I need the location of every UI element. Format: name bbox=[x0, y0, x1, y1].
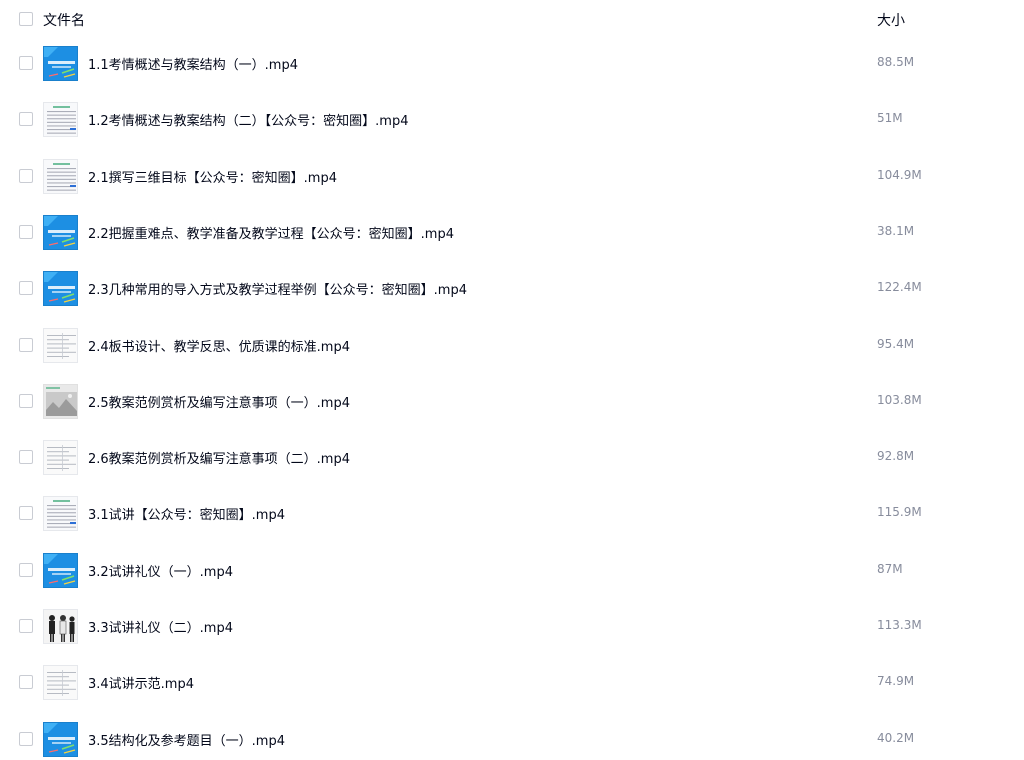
file-name[interactable]: 3.1试讲【公众号：密知圈】.mp4 bbox=[88, 504, 285, 523]
video-thumbnail-icon[interactable] bbox=[43, 328, 78, 363]
file-row[interactable]: 2.1撰写三维目标【公众号：密知圈】.mp4 104.9M bbox=[0, 148, 1024, 204]
file-row[interactable]: 2.4板书设计、教学反思、优质课的标准.mp4 95.4M bbox=[0, 317, 1024, 373]
list-header: 文件名 大小 bbox=[0, 0, 1024, 40]
file-checkbox[interactable] bbox=[19, 169, 33, 183]
video-thumbnail-icon[interactable] bbox=[43, 215, 78, 250]
video-thumbnail-icon[interactable] bbox=[43, 46, 78, 81]
file-checkbox[interactable] bbox=[19, 281, 33, 295]
file-size: 92.8M bbox=[877, 449, 915, 463]
file-size: 87M bbox=[877, 562, 903, 576]
file-name[interactable]: 3.5结构化及参考题目（一）.mp4 bbox=[88, 730, 285, 749]
file-size: 40.2M bbox=[877, 731, 915, 745]
file-row[interactable]: 3.5结构化及参考题目（一）.mp4 40.2M bbox=[0, 711, 1024, 760]
video-thumbnail-icon[interactable] bbox=[43, 609, 78, 644]
file-size: 103.8M bbox=[877, 393, 922, 407]
video-thumbnail-icon[interactable] bbox=[43, 440, 78, 475]
video-thumbnail-icon[interactable] bbox=[43, 159, 78, 194]
file-name[interactable]: 1.1考情概述与教案结构（一）.mp4 bbox=[88, 54, 298, 73]
file-name[interactable]: 1.2考情概述与教案结构（二）【公众号：密知圈】.mp4 bbox=[88, 110, 409, 129]
select-all-checkbox[interactable] bbox=[19, 12, 33, 26]
file-row[interactable]: 1.2考情概述与教案结构（二）【公众号：密知圈】.mp4 51M bbox=[0, 91, 1024, 147]
file-row[interactable]: 3.1试讲【公众号：密知圈】.mp4 115.9M bbox=[0, 485, 1024, 541]
file-size: 88.5M bbox=[877, 55, 915, 69]
file-checkbox[interactable] bbox=[19, 675, 33, 689]
file-row[interactable]: 2.6教案范例赏析及编写注意事项（二）.mp4 92.8M bbox=[0, 429, 1024, 485]
video-thumbnail-icon[interactable] bbox=[43, 102, 78, 137]
file-checkbox[interactable] bbox=[19, 394, 33, 408]
file-checkbox[interactable] bbox=[19, 732, 33, 746]
file-checkbox[interactable] bbox=[19, 338, 33, 352]
video-thumbnail-icon[interactable] bbox=[43, 496, 78, 531]
column-header-name[interactable]: 文件名 bbox=[43, 10, 85, 30]
video-thumbnail-icon[interactable] bbox=[43, 553, 78, 588]
file-name[interactable]: 2.5教案范例赏析及编写注意事项（一）.mp4 bbox=[88, 392, 350, 411]
file-row[interactable]: 2.2把握重难点、教学准备及教学过程【公众号：密知圈】.mp4 38.1M bbox=[0, 204, 1024, 260]
file-checkbox[interactable] bbox=[19, 506, 33, 520]
column-header-size[interactable]: 大小 bbox=[877, 10, 905, 30]
file-name[interactable]: 2.6教案范例赏析及编写注意事项（二）.mp4 bbox=[88, 448, 350, 467]
file-checkbox[interactable] bbox=[19, 563, 33, 577]
file-row[interactable]: 1.1考情概述与教案结构（一）.mp4 88.5M bbox=[0, 35, 1024, 91]
video-thumbnail-icon[interactable] bbox=[43, 722, 78, 757]
file-size: 113.3M bbox=[877, 618, 922, 632]
file-name[interactable]: 3.2试讲礼仪（一）.mp4 bbox=[88, 561, 233, 580]
file-checkbox[interactable] bbox=[19, 225, 33, 239]
file-name[interactable]: 2.3几种常用的导入方式及教学过程举例【公众号：密知圈】.mp4 bbox=[88, 279, 467, 298]
file-size: 122.4M bbox=[877, 280, 922, 294]
file-name[interactable]: 3.4试讲示范.mp4 bbox=[88, 673, 194, 692]
file-name[interactable]: 2.1撰写三维目标【公众号：密知圈】.mp4 bbox=[88, 167, 337, 186]
file-checkbox[interactable] bbox=[19, 619, 33, 633]
file-size: 38.1M bbox=[877, 224, 915, 238]
file-size: 115.9M bbox=[877, 505, 922, 519]
file-row[interactable]: 2.3几种常用的导入方式及教学过程举例【公众号：密知圈】.mp4 122.4M bbox=[0, 260, 1024, 316]
file-list: 文件名 大小 1.1考情概述与教案结构（一）.mp4 88.5M 1.2考情概述与教… bbox=[0, 0, 1024, 760]
file-size: 74.9M bbox=[877, 674, 915, 688]
file-checkbox[interactable] bbox=[19, 450, 33, 464]
file-row[interactable]: 2.5教案范例赏析及编写注意事项（一）.mp4 103.8M bbox=[0, 373, 1024, 429]
file-row[interactable]: 3.3试讲礼仪（二）.mp4 113.3M bbox=[0, 598, 1024, 654]
file-row[interactable]: 3.2试讲礼仪（一）.mp4 87M bbox=[0, 542, 1024, 598]
file-row[interactable]: 3.4试讲示范.mp4 74.9M bbox=[0, 654, 1024, 710]
file-name[interactable]: 2.4板书设计、教学反思、优质课的标准.mp4 bbox=[88, 336, 350, 355]
file-size: 51M bbox=[877, 111, 903, 125]
file-name[interactable]: 3.3试讲礼仪（二）.mp4 bbox=[88, 617, 233, 636]
file-name[interactable]: 2.2把握重难点、教学准备及教学过程【公众号：密知圈】.mp4 bbox=[88, 223, 454, 242]
video-thumbnail-icon[interactable] bbox=[43, 665, 78, 700]
file-size: 95.4M bbox=[877, 337, 915, 351]
file-checkbox[interactable] bbox=[19, 56, 33, 70]
video-thumbnail-icon[interactable] bbox=[43, 271, 78, 306]
video-thumbnail-icon[interactable] bbox=[43, 384, 78, 419]
file-size: 104.9M bbox=[877, 168, 922, 182]
file-checkbox[interactable] bbox=[19, 112, 33, 126]
